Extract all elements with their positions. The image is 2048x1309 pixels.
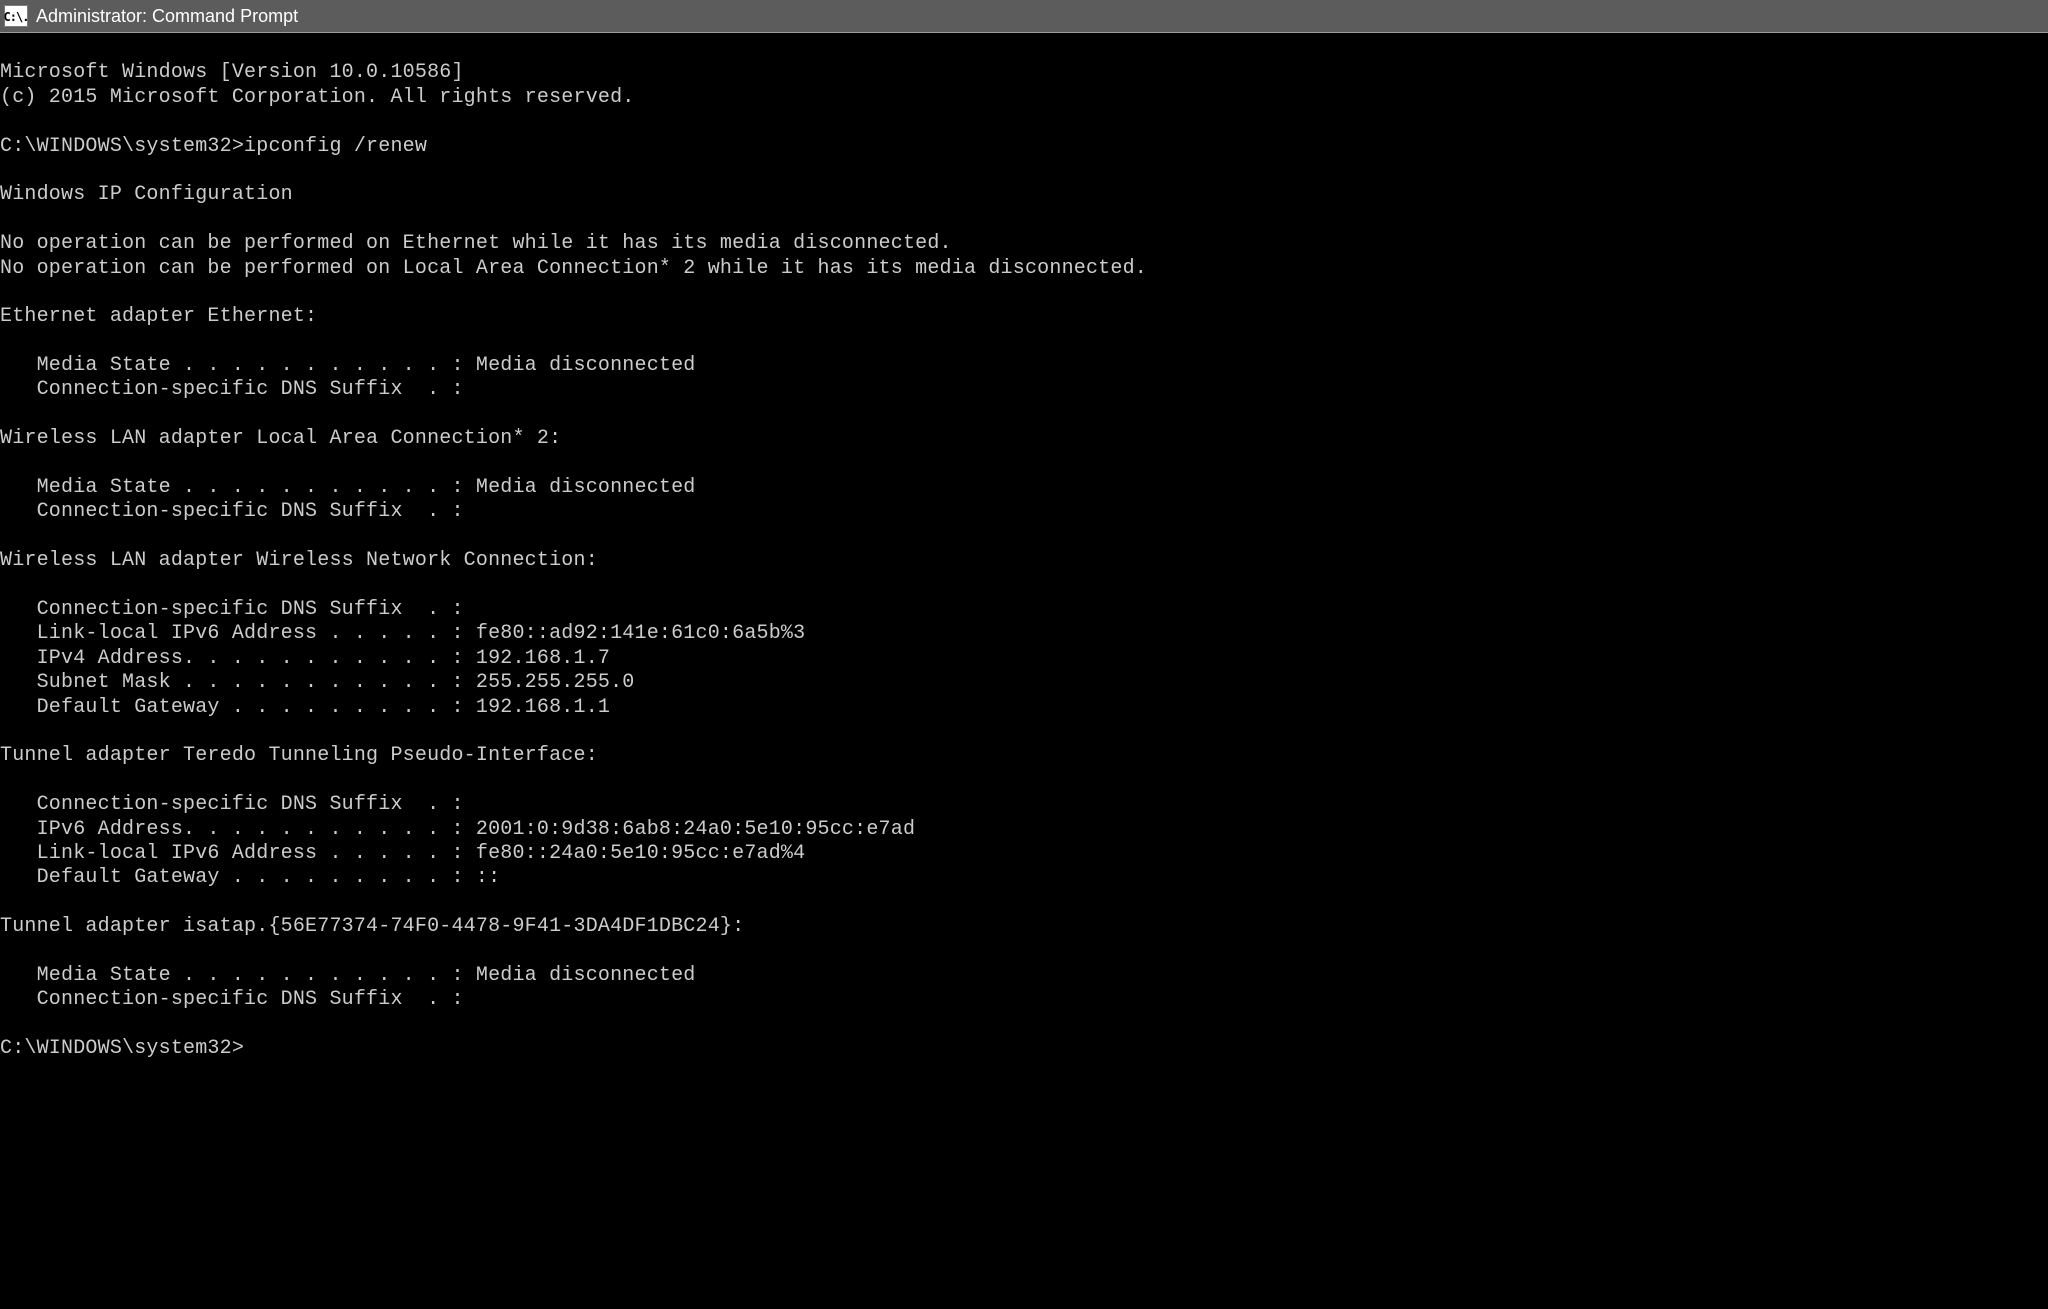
output-line: Media State . . . . . . . . . . . : Medi… [0, 354, 696, 377]
terminal-output[interactable]: Microsoft Windows [Version 10.0.10586] (… [0, 33, 2048, 1061]
cmd-icon: C:\. [4, 5, 28, 27]
output-line: Default Gateway . . . . . . . . . : :: [0, 866, 500, 889]
output-line: No operation can be performed on Etherne… [0, 232, 952, 255]
output-line: Connection-specific DNS Suffix . : [0, 378, 464, 401]
output-line: Media State . . . . . . . . . . . : Medi… [0, 964, 696, 987]
output-line: (c) 2015 Microsoft Corporation. All righ… [0, 86, 635, 109]
output-line: Wireless LAN adapter Wireless Network Co… [0, 549, 598, 572]
output-line: Windows IP Configuration [0, 183, 293, 206]
output-line: Media State . . . . . . . . . . . : Medi… [0, 476, 696, 499]
prompt-line: C:\WINDOWS\system32>ipconfig /renew [0, 135, 427, 158]
output-line: Tunnel adapter isatap.{56E77374-74F0-447… [0, 915, 744, 938]
output-line: IPv4 Address. . . . . . . . . . . : 192.… [0, 647, 610, 670]
output-line: Connection-specific DNS Suffix . : [0, 793, 464, 816]
output-line: Wireless LAN adapter Local Area Connecti… [0, 427, 561, 450]
output-line: Tunnel adapter Teredo Tunneling Pseudo-I… [0, 744, 598, 767]
output-line: Subnet Mask . . . . . . . . . . . : 255.… [0, 671, 635, 694]
window-title: Administrator: Command Prompt [36, 6, 298, 27]
output-line: Link-local IPv6 Address . . . . . : fe80… [0, 622, 805, 645]
output-line: Microsoft Windows [Version 10.0.10586] [0, 61, 464, 84]
output-line: Connection-specific DNS Suffix . : [0, 598, 464, 621]
output-line: Connection-specific DNS Suffix . : [0, 988, 464, 1011]
prompt-line[interactable]: C:\WINDOWS\system32> [0, 1037, 244, 1060]
output-line: IPv6 Address. . . . . . . . . . . : 2001… [0, 818, 915, 841]
output-line: No operation can be performed on Local A… [0, 257, 1147, 280]
output-line: Default Gateway . . . . . . . . . : 192.… [0, 696, 610, 719]
output-line: Connection-specific DNS Suffix . : [0, 500, 464, 523]
output-line: Ethernet adapter Ethernet: [0, 305, 317, 328]
window-titlebar[interactable]: C:\. Administrator: Command Prompt [0, 0, 2048, 33]
output-line: Link-local IPv6 Address . . . . . : fe80… [0, 842, 805, 865]
